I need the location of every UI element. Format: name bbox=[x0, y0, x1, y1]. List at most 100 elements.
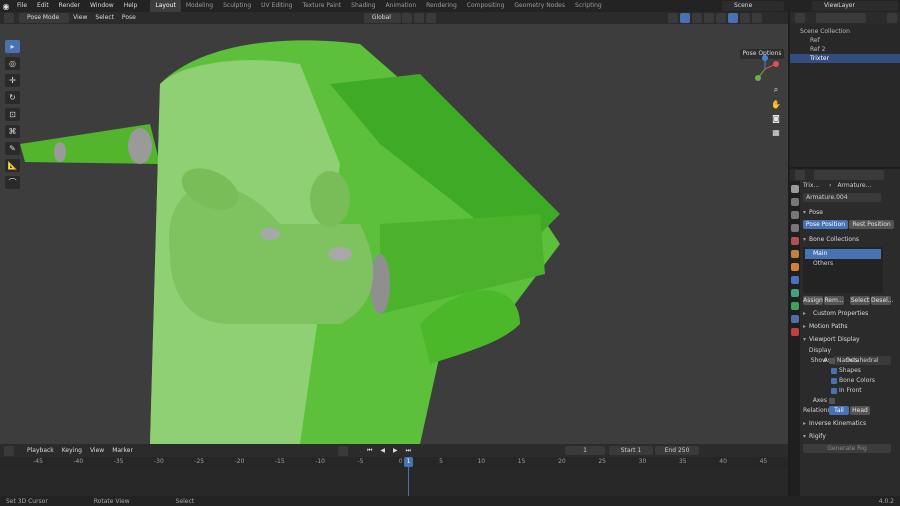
move-tool-icon[interactable]: ✛ bbox=[5, 74, 20, 87]
tab-modeling[interactable]: Modeling bbox=[181, 0, 218, 12]
wireframe-shading-icon[interactable] bbox=[715, 13, 726, 23]
view-layer-selector[interactable]: ViewLayer bbox=[812, 1, 898, 11]
camera-view-icon[interactable]: ◙ bbox=[770, 112, 782, 124]
overlay-icon[interactable] bbox=[691, 13, 702, 23]
material-shading-icon[interactable] bbox=[739, 13, 750, 23]
menu-pose[interactable]: Pose bbox=[118, 12, 140, 24]
bone-collection-others[interactable]: Others bbox=[805, 259, 881, 269]
tab-uv-editing[interactable]: UV Editing bbox=[256, 0, 297, 12]
tab-texture-paint[interactable]: Texture Paint bbox=[297, 0, 346, 12]
measure-tool-icon[interactable]: 📐 bbox=[5, 159, 20, 172]
tab-scripting[interactable]: Scripting bbox=[570, 0, 607, 12]
select-box-tool-icon[interactable]: ▸ bbox=[5, 40, 20, 53]
modifier-properties-tab-icon[interactable] bbox=[791, 276, 799, 284]
select-button[interactable]: Select bbox=[850, 296, 870, 305]
texture-properties-tab-icon[interactable] bbox=[791, 328, 799, 336]
object-properties-tab-icon[interactable] bbox=[791, 263, 799, 271]
cursor-tool-icon[interactable]: ◎ bbox=[5, 57, 20, 70]
tab-shading[interactable]: Shading bbox=[346, 0, 380, 12]
bone-properties-tab-icon[interactable] bbox=[791, 302, 799, 310]
annotate-tool-icon[interactable]: ✎ bbox=[5, 142, 20, 155]
pan-hand-icon[interactable]: ✋ bbox=[770, 98, 782, 110]
tab-compositing[interactable]: Compositing bbox=[462, 0, 510, 12]
outliner-item-trixter[interactable]: Trixter bbox=[790, 54, 900, 63]
scene-properties-tab-icon[interactable] bbox=[791, 237, 799, 245]
properties-editor-icon[interactable] bbox=[795, 170, 805, 180]
zoom-icon[interactable]: ⌕ bbox=[770, 84, 782, 96]
generate-rig-button[interactable]: Generate Rig bbox=[803, 444, 891, 453]
pivot-icon[interactable] bbox=[401, 13, 412, 23]
tab-sculpting[interactable]: Sculpting bbox=[218, 0, 256, 12]
menu-select[interactable]: Select bbox=[91, 12, 118, 24]
record-icon[interactable] bbox=[337, 445, 348, 456]
tab-rendering[interactable]: Rendering bbox=[421, 0, 462, 12]
menu-window[interactable]: Window bbox=[85, 0, 119, 12]
deselect-button[interactable]: Desel... bbox=[871, 296, 894, 305]
snap-icon[interactable] bbox=[413, 13, 424, 23]
outliner-item-ref[interactable]: Ref bbox=[790, 36, 900, 45]
editor-type-icon[interactable] bbox=[4, 13, 14, 23]
armature-name-field[interactable]: Armature.004 bbox=[803, 193, 881, 202]
armature-data-tab-icon[interactable] bbox=[791, 289, 799, 297]
menu-render[interactable]: Render bbox=[54, 0, 85, 12]
menu-file[interactable]: File bbox=[12, 0, 32, 12]
filter-icon[interactable] bbox=[887, 13, 897, 23]
3d-viewport[interactable]: Pose Options ⌕ ✋ ◙ ▦ bbox=[0, 24, 788, 444]
scene-selector[interactable]: Scene bbox=[722, 1, 784, 11]
play-reverse-icon[interactable]: ◀ bbox=[376, 445, 389, 457]
timeline-menu-keying[interactable]: Keying bbox=[58, 445, 86, 457]
pose-relax-tool-icon[interactable]: ⌒ bbox=[5, 176, 20, 189]
visibility-icon[interactable] bbox=[667, 13, 678, 23]
outliner-scene-collection[interactable]: Scene Collection bbox=[790, 27, 900, 36]
solid-shading-icon[interactable] bbox=[727, 13, 738, 23]
timeline-menu-playback[interactable]: Playback bbox=[23, 445, 58, 457]
timeline-editor-icon[interactable] bbox=[4, 445, 14, 456]
proportional-edit-icon[interactable] bbox=[425, 13, 436, 23]
outliner-item-ref-2[interactable]: Ref 2 bbox=[790, 45, 900, 54]
navigation-gizmo[interactable] bbox=[750, 54, 780, 84]
in-front-checkbox[interactable] bbox=[831, 387, 837, 394]
properties-search-input[interactable] bbox=[814, 170, 884, 180]
tool-properties-tab-icon[interactable] bbox=[791, 185, 799, 193]
mode-selector[interactable]: Pose Mode bbox=[19, 13, 70, 23]
xray-icon[interactable] bbox=[703, 13, 714, 23]
current-frame-field[interactable]: 1 bbox=[565, 446, 605, 455]
bone-collection-main[interactable]: Main bbox=[805, 249, 881, 259]
jump-start-icon[interactable]: ⏮ bbox=[363, 445, 376, 457]
relations-head-button[interactable]: Head bbox=[850, 406, 870, 415]
scale-tool-icon[interactable]: ⊡ bbox=[5, 108, 20, 121]
rigify-panel-header[interactable]: Rigify bbox=[803, 431, 899, 442]
rotate-tool-icon[interactable]: ↻ bbox=[5, 91, 20, 104]
perspective-grid-icon[interactable]: ▦ bbox=[770, 126, 782, 138]
timeline-menu-marker[interactable]: Marker bbox=[108, 445, 137, 457]
tab-layout[interactable]: Layout bbox=[150, 0, 181, 12]
play-icon[interactable]: ▶ bbox=[389, 445, 402, 457]
outliner-search-input[interactable] bbox=[816, 13, 866, 23]
pose-position-button[interactable]: Pose Position bbox=[803, 220, 848, 229]
end-frame-field[interactable]: End 250 bbox=[655, 446, 699, 455]
view-layer-properties-tab-icon[interactable] bbox=[791, 224, 799, 232]
menu-edit[interactable]: Edit bbox=[32, 0, 54, 12]
rendered-shading-icon[interactable] bbox=[751, 13, 762, 23]
bone-constraint-tab-icon[interactable] bbox=[791, 315, 799, 323]
relations-tail-button[interactable]: Tail bbox=[829, 406, 849, 415]
start-frame-field[interactable]: Start 1 bbox=[609, 446, 653, 455]
axes-checkbox[interactable] bbox=[829, 397, 835, 404]
assign-button[interactable]: Assign bbox=[803, 296, 823, 305]
playhead-frame-indicator[interactable]: 1 bbox=[404, 457, 413, 467]
frame-ruler[interactable]: -45 -40 -35 -30 -25 -20 -15 -10 -5 0 5 10 15 20 25 30 35… bbox=[0, 457, 788, 467]
custom-properties-panel-header[interactable]: Custom Properties bbox=[803, 308, 899, 319]
menu-help[interactable]: Help bbox=[119, 0, 143, 12]
output-properties-tab-icon[interactable] bbox=[791, 211, 799, 219]
menu-view[interactable]: View bbox=[69, 12, 91, 24]
outliner-editor-icon[interactable] bbox=[795, 13, 805, 23]
world-properties-tab-icon[interactable] bbox=[791, 250, 799, 258]
transform-tool-icon[interactable]: ⌘ bbox=[5, 125, 20, 138]
jump-end-icon[interactable]: ⏭ bbox=[402, 445, 415, 457]
timeline-menu-view[interactable]: View bbox=[86, 445, 108, 457]
bone-colors-checkbox[interactable] bbox=[831, 377, 837, 384]
motion-paths-panel-header[interactable]: Motion Paths bbox=[803, 321, 899, 332]
tab-animation[interactable]: Animation bbox=[381, 0, 422, 12]
pose-panel-header[interactable]: Pose bbox=[803, 207, 899, 218]
names-checkbox[interactable] bbox=[829, 357, 835, 364]
